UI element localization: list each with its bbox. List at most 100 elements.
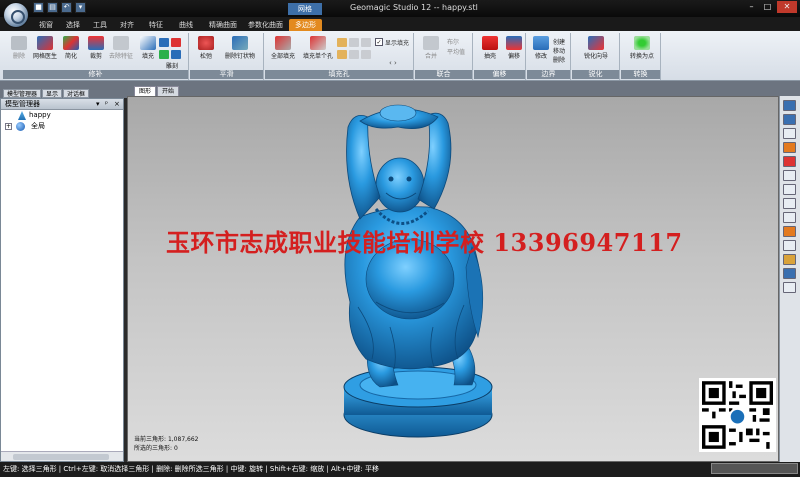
view-tool-icon[interactable] — [783, 212, 796, 223]
show-fill-checkbox[interactable]: ✓ — [375, 38, 383, 46]
mesh-doctor-icon — [37, 36, 53, 50]
hole-shape-icon[interactable] — [349, 38, 359, 47]
panel-close-icon[interactable]: × — [114, 99, 120, 110]
create-button[interactable]: 创建 — [553, 37, 565, 46]
group-label: 填充孔 — [265, 70, 413, 79]
fill-button[interactable]: 填充 — [134, 36, 162, 60]
model-manager-header: 模型管理器 ▾ ᵖ × — [1, 99, 123, 110]
qr-code — [699, 378, 776, 452]
app-menu-button[interactable] — [3, 2, 29, 28]
small-tool-icon[interactable] — [171, 50, 181, 59]
tab-select[interactable]: 选择 — [60, 19, 86, 31]
view-tool-icon[interactable] — [783, 282, 796, 293]
move-button[interactable]: 移动 — [553, 46, 565, 55]
save-icon[interactable]: ■ — [33, 2, 44, 13]
sharpen-wizard-button[interactable]: 锐化向导 — [576, 36, 616, 60]
tab-view[interactable]: 视窗 — [33, 19, 59, 31]
boolean-button[interactable]: 布尔 — [447, 37, 459, 46]
watermark-text: 玉环市志成职业技能培训学校 13396947117 — [166, 228, 683, 257]
merge-icon — [423, 36, 439, 50]
remove-boundary-button[interactable]: 删除 — [553, 55, 565, 64]
fill-all-icon — [275, 36, 291, 50]
tab-curve[interactable]: 曲线 — [173, 19, 199, 31]
view-tool-icon[interactable] — [783, 156, 796, 167]
tab-model-manager[interactable]: 模型管理器 — [3, 89, 42, 98]
tab-tools[interactable]: 工具 — [87, 19, 113, 31]
expand-icon[interactable]: + — [5, 123, 12, 130]
ribbon-panel: 删除 网格医生 简化 裁剪 去除特征 填充 雕刻 修补 松弛 删除钉状物 平滑 … — [0, 31, 800, 81]
delete-button[interactable]: 删除 — [5, 36, 33, 60]
view-tool-icon[interactable] — [783, 170, 796, 181]
group-boundary: 修改 创建 移动 删除 边界 — [527, 33, 571, 80]
relax-button[interactable]: 松弛 — [192, 36, 220, 60]
hole-shape-icon[interactable] — [337, 50, 347, 59]
horizontal-scrollbar[interactable] — [1, 451, 123, 461]
view-tool-icon[interactable] — [783, 240, 796, 251]
small-tool-icon[interactable] — [159, 50, 169, 59]
fill-all-button[interactable]: 全部填充 — [267, 36, 299, 60]
undo-icon[interactable]: ↶ — [61, 2, 72, 13]
modify-button[interactable]: 修改 — [527, 36, 555, 60]
tab-start[interactable]: 开始 — [157, 86, 180, 96]
minimize-button[interactable]: – — [745, 1, 758, 13]
simplify-button[interactable]: 简化 — [57, 36, 85, 60]
remove-feature-icon — [113, 36, 129, 50]
window-title: Geomagic Studio 12 -- happy.stl — [350, 3, 478, 12]
nav-arrows[interactable]: ‹ › — [389, 59, 397, 67]
shell-icon — [482, 36, 498, 50]
group-repair: 删除 网格医生 简化 裁剪 去除特征 填充 雕刻 修补 — [3, 33, 189, 80]
view-tool-icon[interactable] — [783, 100, 796, 111]
hole-shape-icon[interactable] — [361, 38, 371, 47]
fill-icon — [140, 36, 156, 50]
view-tool-icon[interactable] — [783, 198, 796, 209]
tree-item-happy[interactable]: happy — [1, 110, 123, 121]
graphics-viewport[interactable]: 玉环市志成职业技能培训学校 13396947117 当前三角形: 1,087,6… — [127, 96, 779, 462]
tab-display[interactable]: 显示 — [42, 89, 63, 98]
group-sharpen: 锐化向导 锐化 — [572, 33, 620, 80]
hole-shape-icon[interactable] — [349, 50, 359, 59]
tree-item-global[interactable]: + 全局 — [1, 121, 123, 132]
tab-align[interactable]: 对齐 — [114, 19, 140, 31]
tab-feature[interactable]: 特征 — [143, 19, 169, 31]
tab-polygon[interactable]: 多边形 — [289, 19, 322, 31]
open-icon[interactable]: ▤ — [47, 2, 58, 13]
view-tool-icon[interactable] — [783, 184, 796, 195]
remove-feature-button[interactable]: 去除特征 — [107, 36, 135, 60]
merge-button[interactable]: 合并 — [417, 36, 445, 60]
maximize-button[interactable]: □ — [761, 1, 774, 13]
dropdown-icon[interactable]: ▾ — [75, 2, 86, 13]
tab-dialog[interactable]: 对话框 — [63, 89, 90, 98]
remove-spikes-button[interactable]: 删除钉状物 — [220, 36, 260, 60]
hole-shape-icon[interactable] — [361, 50, 371, 59]
view-tool-icon[interactable] — [783, 268, 796, 279]
convert-to-points-button[interactable]: 转换为点 — [625, 36, 659, 60]
tab-parametric-surface[interactable]: 参数化曲面 — [242, 19, 289, 31]
view-tool-icon[interactable] — [783, 226, 796, 237]
mesh-doctor-button[interactable]: 网格医生 — [31, 36, 59, 60]
tab-exact-surface[interactable]: 精确曲面 — [203, 19, 243, 31]
view-tool-icon[interactable] — [783, 114, 796, 125]
view-tool-icon[interactable] — [783, 254, 796, 265]
qr-code-image — [702, 381, 773, 449]
view-tool-icon[interactable] — [783, 142, 796, 153]
small-tool-icon[interactable] — [171, 38, 181, 47]
simplify-icon — [63, 36, 79, 50]
status-progress-bar — [711, 463, 798, 474]
tab-graphics[interactable]: 图形 — [134, 86, 157, 96]
trim-button[interactable]: 裁剪 — [82, 36, 110, 60]
hole-shape-icon[interactable] — [337, 38, 347, 47]
group-combine: 合并 布尔 平均值 联合 — [415, 33, 473, 80]
points-icon — [634, 36, 650, 50]
close-button[interactable]: ✕ — [777, 1, 797, 13]
fill-single-hole-button[interactable]: 填充单个孔 — [300, 36, 336, 60]
offset-button[interactable]: 偏移 — [500, 36, 528, 60]
view-tool-icon[interactable] — [783, 128, 796, 139]
panel-dropdown-icon[interactable]: ▾ — [96, 99, 100, 110]
show-fill-label: 显示填充 — [385, 40, 410, 47]
small-tool-icon[interactable] — [159, 38, 169, 47]
fill-single-hole-icon — [310, 36, 326, 50]
selected-triangle-count: 0 — [173, 445, 178, 452]
pin-icon[interactable]: ᵖ — [105, 99, 108, 110]
average-button[interactable]: 平均值 — [447, 47, 465, 56]
sculpt-button[interactable]: 雕刻 — [158, 61, 186, 70]
